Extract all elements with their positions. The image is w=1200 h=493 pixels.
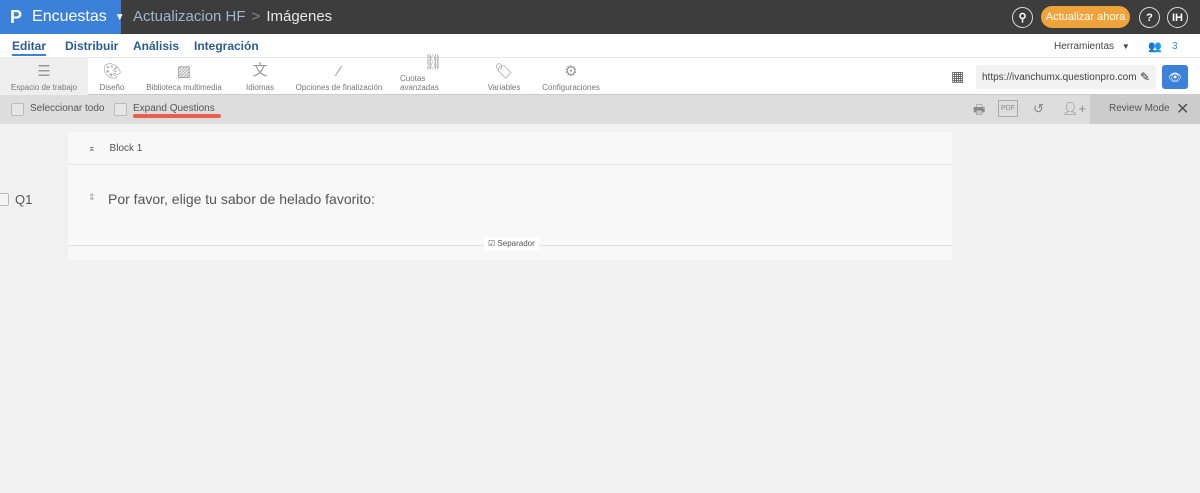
top-bar: P Encuestas ▼ Actualizacion HF > Imágenes … (0, 0, 1200, 34)
question-text[interactable]: Por favor, elige tu sabor de helado favo… (108, 191, 375, 207)
tools-dropdown[interactable]: Herramientas ▼ (1054, 41, 1130, 52)
expand-questions-checkbox[interactable] (114, 103, 127, 116)
highlight-underline (133, 114, 221, 118)
breadcrumb-current: Imágenes (266, 8, 333, 25)
tool-workspace[interactable]: ☰ Espacio de trabajo (0, 58, 88, 95)
pencil-icon[interactable]: ✎ (1140, 70, 1150, 84)
tool-settings[interactable]: ⚙ Configuraciones (540, 58, 602, 95)
close-icon[interactable]: ✕ (1176, 99, 1189, 119)
review-mode-panel: Review Mode ✕ (1090, 95, 1200, 124)
qr-code-icon[interactable]: ▦ (951, 68, 964, 85)
search-icon: ⚲ (1018, 12, 1027, 24)
help-button[interactable]: ? (1139, 7, 1160, 28)
tool-label: Biblioteca multimedia (146, 83, 222, 92)
pdf-icon[interactable]: PDF (998, 100, 1018, 117)
eye-icon: 👁︎ (1168, 71, 1182, 84)
caret-down-icon: ▼ (1121, 42, 1130, 51)
tag-icon: 🏷︎ (494, 63, 514, 80)
magic-wand-icon: ⁄ (337, 63, 341, 80)
block-header: ⌅ Block 1 (68, 132, 952, 165)
tab-distribuir[interactable]: Distribuir (65, 39, 118, 53)
block-title: Block 1 (109, 142, 143, 154)
add-user-icon[interactable]: 👤︎+ (1062, 101, 1086, 117)
breadcrumb-survey[interactable]: Actualizacion HF (133, 8, 246, 25)
tool-label: Variables (487, 83, 521, 92)
product-name: Encuestas (32, 8, 107, 25)
survey-url: https://ivanchumx.questionpro.com (982, 71, 1137, 83)
survey-block: ⌅ Block 1 ⇕ Por favor, elige tu sabor de… (68, 132, 952, 260)
survey-url-field[interactable]: https://ivanchumx.questionpro.com ✎ (976, 65, 1156, 89)
tab-integracion[interactable]: Integración (194, 39, 259, 53)
gear-icon: ⚙ (564, 63, 578, 80)
collapse-icon[interactable]: ⌅ (88, 143, 96, 154)
reorder-icon[interactable]: ⇕ (88, 192, 96, 203)
tool-label: Configuraciones (542, 83, 600, 92)
palette-icon: 🎨︎ (102, 63, 122, 80)
tool-variables[interactable]: 🏷︎ Variables (484, 58, 524, 95)
tools-label: Herramientas (1054, 41, 1115, 52)
tool-quotas[interactable]: ⛓ Cuotas avanzadas (400, 54, 466, 95)
print-icon[interactable]: 🖶 (973, 101, 985, 123)
review-mode-button[interactable]: Review Mode (1109, 103, 1170, 114)
collaborators-icon[interactable]: 👥 (1148, 40, 1162, 53)
question-number: Q1 (15, 192, 33, 207)
tool-end-options[interactable]: ⁄ Opciones de finalización (293, 58, 385, 95)
question-checkbox[interactable] (0, 193, 9, 206)
product-switcher[interactable]: P Encuestas ▼ (0, 0, 125, 34)
expand-questions-label: Expand Questions (133, 103, 215, 114)
tool-label: Diseño (99, 83, 125, 92)
tool-media-library[interactable]: ▨ Biblioteca multimedia (143, 58, 225, 95)
questionpro-logo-icon: P (10, 6, 23, 27)
translate-icon: 文 (252, 62, 268, 79)
avatar[interactable]: IH (1167, 7, 1188, 28)
tab-editar[interactable]: Editar (12, 39, 47, 56)
image-icon: ▨ (176, 63, 192, 80)
link-icon: ⛓ (423, 54, 443, 71)
list-icon: ☰ (37, 63, 51, 80)
select-all-checkbox[interactable] (11, 103, 24, 116)
tool-label: Cuotas avanzadas (400, 74, 439, 92)
tool-languages[interactable]: 文 Idiomas (240, 58, 280, 95)
select-all-label: Seleccionar todo (30, 103, 105, 114)
history-icon[interactable]: ↺ (1033, 101, 1044, 117)
collaborators-count: 3 (1172, 41, 1178, 52)
chevron-right-icon: > (251, 8, 261, 25)
separator-label: Separador (497, 239, 535, 248)
tool-label: Opciones de finalización (295, 83, 383, 92)
tool-label: Idiomas (245, 83, 274, 92)
tool-design[interactable]: 🎨︎ Diseño (92, 58, 132, 95)
preview-button[interactable]: 👁︎ (1162, 65, 1188, 89)
search-button[interactable]: ⚲ (1012, 7, 1033, 28)
main-menu: Editar Distribuir Análisis Integración H… (0, 34, 1200, 58)
update-now-button[interactable]: Actualizar ahora (1041, 6, 1130, 28)
breadcrumb: Actualizacion HF > Imágenes (133, 8, 332, 25)
tab-analisis[interactable]: Análisis (133, 39, 179, 53)
caret-down-icon: ▼ (114, 11, 125, 23)
action-bar: Seleccionar todo Expand Questions 🖶 PDF … (0, 95, 1200, 124)
checkbox-icon: ☑ (488, 239, 496, 248)
separator-button[interactable]: ☑ Separador (484, 237, 539, 250)
tool-label: Espacio de trabajo (10, 83, 78, 92)
